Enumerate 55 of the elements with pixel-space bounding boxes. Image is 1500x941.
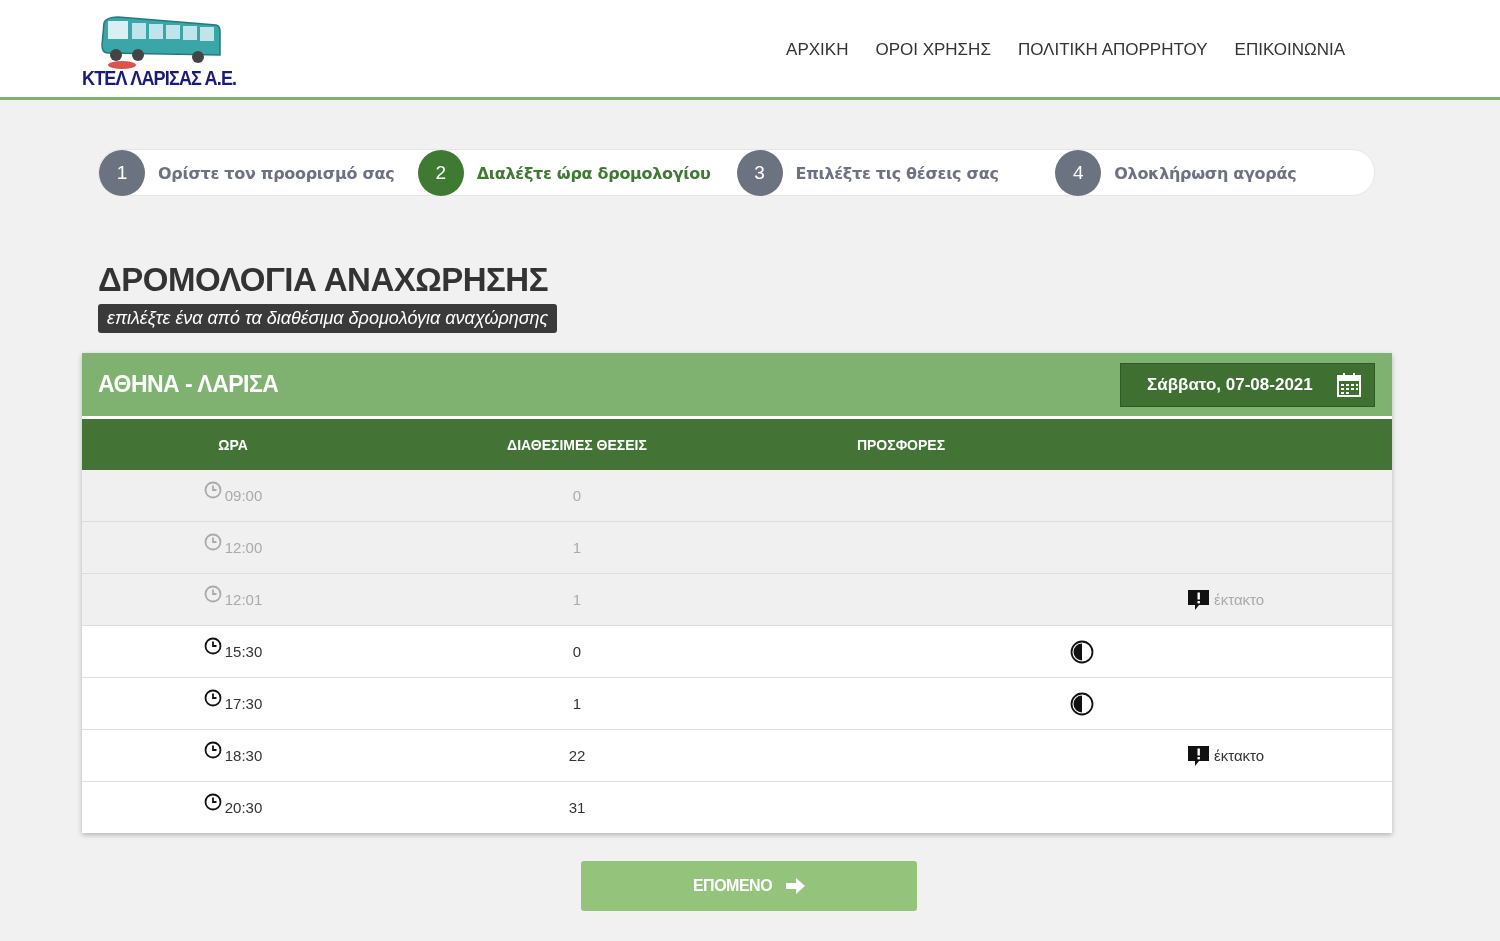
departure-time: 20:30 [224, 799, 263, 816]
nav-link[interactable]: ΟΡΟΙ ΧΡΗΣΗΣ [875, 39, 991, 60]
schedule-row[interactable]: 17:30 1 [82, 678, 1392, 730]
step-label: Ορίστε τον προορισμό σας [158, 163, 395, 183]
schedule-row[interactable]: 20:30 31 [82, 782, 1392, 833]
arrow-right-icon [786, 878, 806, 894]
step-tab[interactable]: 4 Ολοκλήρωση αγοράς [1055, 150, 1374, 196]
alert-comment-icon [1187, 588, 1210, 611]
step-number: 1 [99, 150, 145, 196]
clock-icon [203, 688, 222, 707]
schedule-row[interactable]: 15:30 0 [82, 626, 1392, 678]
clock-icon [203, 532, 222, 551]
nav-link[interactable]: ΠΟΛΙΤΙΚΗ ΑΠΟΡΡΗΤΟΥ [1017, 39, 1208, 60]
seat-count: 1 [571, 539, 583, 556]
extra-route-label: έκτακτο [1214, 591, 1265, 608]
schedule-row[interactable]: 18:30 22 έκτακτο [82, 730, 1392, 782]
clock-icon [203, 636, 222, 655]
seat-count: 22 [567, 747, 587, 764]
departure-time: 17:30 [224, 695, 263, 712]
clock-icon [203, 480, 222, 499]
departure-time: 09:00 [224, 487, 263, 504]
extra-route-label: έκτακτο [1214, 747, 1265, 764]
logo-text: ΚΤΕΛ ΛΑΡΙΣΑΣ Α.Ε. [82, 66, 237, 90]
step-number: 4 [1055, 150, 1102, 196]
clock-icon [203, 792, 222, 811]
calendar-icon [1336, 371, 1362, 398]
departure-time: 12:00 [224, 539, 263, 556]
departure-time: 15:30 [224, 643, 263, 660]
page-title: ΔΡΟΜΟΛΟΓΙΑ ΑΝΑΧΩΡΗΣΗΣ [98, 260, 549, 300]
step-label: Επιλέξτε τις θέσεις σας [795, 163, 999, 183]
seat-count: 0 [571, 487, 583, 504]
alert-comment-icon [1187, 744, 1210, 767]
column-header: ΔΙΑΘΕΣΙΜΕΣ ΘΕΣΕΙΣ [506, 436, 648, 453]
step-number: 2 [417, 150, 464, 196]
seat-count: 1 [571, 695, 583, 712]
clock-icon [203, 740, 222, 759]
departure-time: 18:30 [224, 747, 263, 764]
seat-count: 0 [571, 643, 583, 660]
departure-time: 12:01 [224, 591, 263, 608]
seat-count: 31 [567, 799, 587, 816]
step-tab[interactable]: 1 Ορίστε τον προορισμό σας [99, 150, 418, 196]
date-picker[interactable]: Σάββατο, 07-08-2021 [1120, 362, 1375, 407]
step-label: Ολοκλήρωση αγοράς [1114, 163, 1297, 183]
column-header: ΠΡΟΣΦΟΡΕΣ [855, 436, 947, 453]
step-tab[interactable]: 2 Διαλέξτε ώρα δρομολογίου [417, 150, 737, 196]
step-number: 3 [736, 150, 783, 196]
seat-count: 1 [571, 591, 583, 608]
clock-icon [203, 584, 222, 603]
step-label: Διαλέξτε ώρα δρομολογίου [476, 163, 711, 183]
nav-link[interactable]: ΕΠΙΚΟΙΝΩΝΙΑ [1234, 39, 1345, 60]
column-header: ΩΡΑ [217, 436, 249, 453]
nav-link[interactable]: ΑΡΧΙΚΗ [786, 39, 849, 60]
step-tab[interactable]: 3 Επιλέξτε τις θέσεις σας [736, 150, 1056, 196]
page-subtitle: επιλέξτε ένα από τα διαθέσιμα δρομολόγια αναχώρησης [98, 304, 558, 333]
route-title: ΑΘΗΝΑ - ΛΑΡΙΣΑ [98, 371, 279, 398]
